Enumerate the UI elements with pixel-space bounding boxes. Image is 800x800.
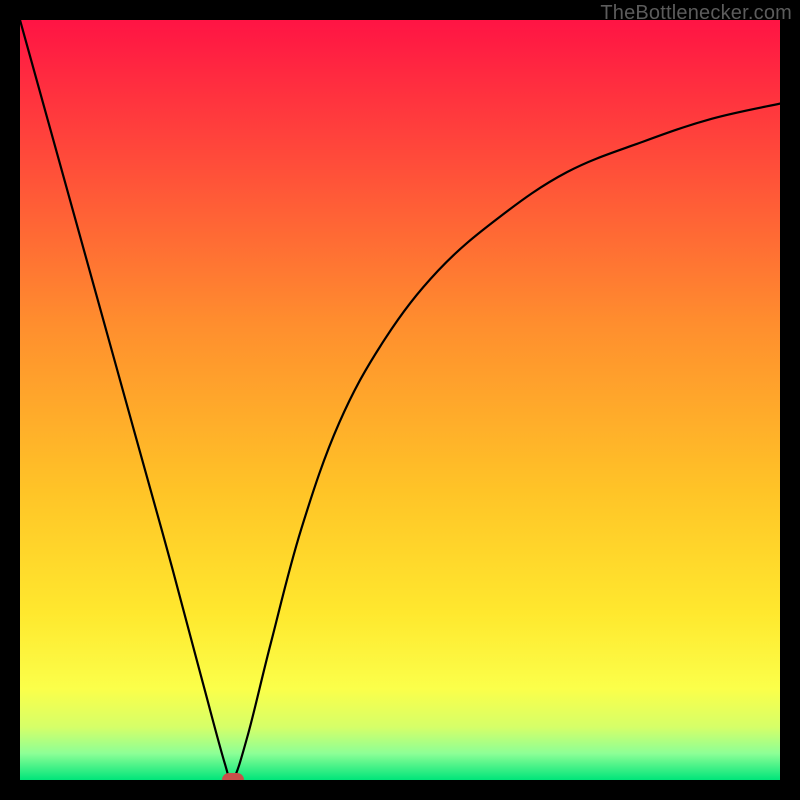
bottleneck-curve — [20, 20, 780, 780]
optimum-marker — [222, 773, 244, 780]
chart-canvas: TheBottlenecker.com — [0, 0, 800, 800]
watermark-text: TheBottlenecker.com — [600, 2, 792, 25]
plot-area — [20, 20, 780, 780]
